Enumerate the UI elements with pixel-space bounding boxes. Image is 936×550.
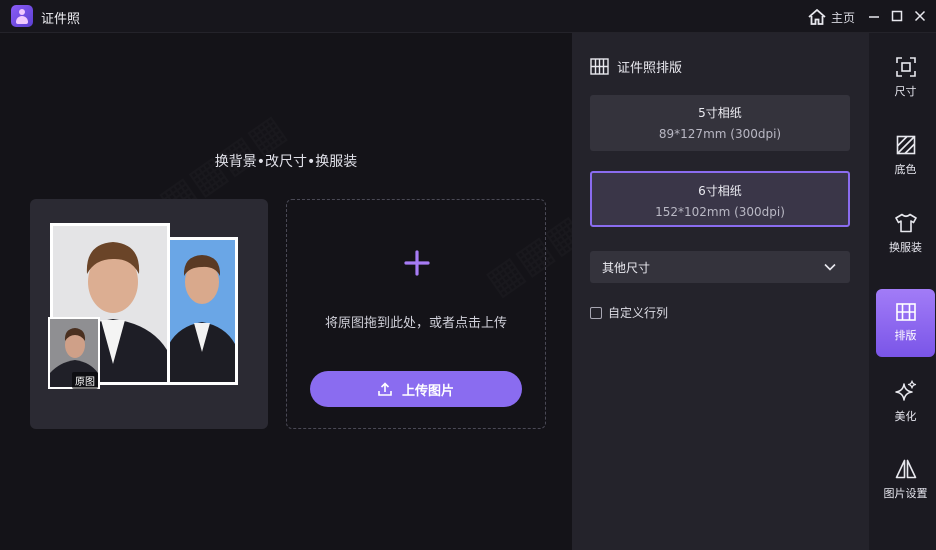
upload-image-button[interactable]: 上传图片 [310,371,522,407]
tool-label: 换服装 [889,241,922,254]
custom-rows-cols-label: 自定义行列 [608,306,669,320]
feature-tagline: 换背景•改尺寸•换服装 [214,154,358,170]
upload-drop-zone[interactable]: 将原图拖到此处，或者点击上传 上传图片 [286,199,546,429]
crop-frame-icon [895,57,916,77]
paper-option-name: 5寸相纸 [698,106,742,120]
close-icon [914,10,926,22]
other-size-label: 其他尺寸 [602,260,651,275]
paper-option-5inch[interactable]: 5寸相纸 89*127mm (300dpi) [590,95,850,151]
tool-layout[interactable]: 排版 [876,289,935,357]
panel-title: 证件照排版 [617,61,683,76]
minimize-icon [869,16,879,18]
mirror-icon [895,459,916,479]
original-badge: 原图 [72,372,98,389]
paper-option-name: 6寸相纸 [698,184,742,198]
custom-rows-cols-option[interactable]: 自定义行列 [590,304,668,321]
maximize-button[interactable] [887,6,907,26]
layout-grid-icon [895,303,916,321]
minimize-button[interactable] [864,6,884,26]
tool-size[interactable]: 尺寸 [876,44,935,112]
tool-beautify[interactable]: 美化 [876,368,935,436]
title-bar: 证件照 主页 [0,0,936,33]
paper-option-spec: 89*127mm (300dpi) [658,127,782,141]
tool-background-color[interactable]: 底色 [876,122,935,190]
upload-button-label: 上传图片 [401,383,454,399]
custom-rows-cols-checkbox[interactable] [590,306,602,319]
home-label: 主页 [831,10,856,25]
other-size-dropdown[interactable]: 其他尺寸 [590,251,850,283]
layout-grid-icon [590,58,609,75]
home-button[interactable]: 主页 [808,7,855,27]
upload-hint: 将原图拖到此处，或者点击上传 [324,316,507,331]
main-canvas: ▦▦▦▦ ▦▦▦ 换背景•改尺寸•换服装 [0,33,572,550]
home-icon [808,9,826,25]
tool-label: 图片设置 [883,487,928,500]
panel-header: 证件照排版 [590,57,682,76]
tool-image-settings[interactable]: 图片设置 [876,446,935,514]
app-logo-icon [11,5,33,27]
sample-photo-blue [166,237,238,385]
chevron-down-icon [824,263,836,271]
sample-preview-card [30,199,268,429]
tool-label: 尺寸 [894,85,917,98]
tool-label: 美化 [894,410,917,423]
sparkle-icon [894,380,916,401]
tool-label: 排版 [894,329,917,342]
app-title: 证件照 [41,12,81,27]
background-color-icon [896,135,915,155]
plus-icon[interactable] [404,250,430,276]
tool-label: 底色 [894,163,917,176]
paper-option-spec: 152*102mm (300dpi) [655,205,785,219]
tool-change-outfit[interactable]: 换服装 [876,200,935,268]
paper-option-6inch[interactable]: 6寸相纸 152*102mm (300dpi) [590,171,850,227]
close-button[interactable] [910,6,930,26]
layout-settings-panel: 证件照排版 5寸相纸 89*127mm (300dpi) 6寸相纸 152*10… [572,33,869,550]
tshirt-icon [894,213,917,233]
upload-icon [378,382,392,396]
maximize-icon [891,10,903,22]
right-toolbar: 尺寸 底色 换服装 排版 美化 图片设置 [869,33,936,550]
